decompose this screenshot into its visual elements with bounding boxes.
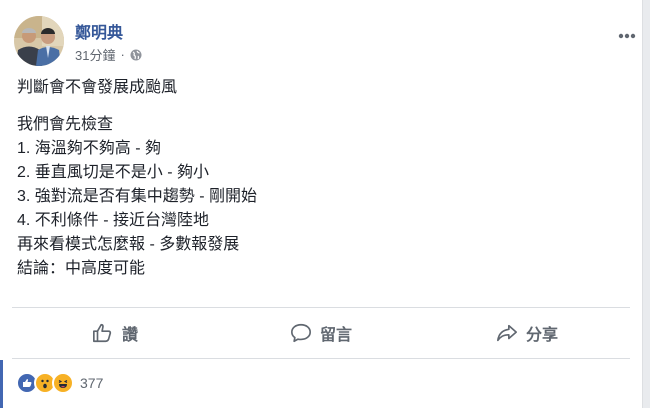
post-text-line: 3. 強對流是否有集中趨勢 - 剛開始 bbox=[17, 188, 258, 205]
avatar[interactable] bbox=[14, 16, 64, 66]
globe-icon[interactable] bbox=[130, 49, 142, 61]
post-card: 鄭明典 31分鐘 · 判斷會不會發展成颱風 我們會先檢查 1. 海溫夠不夠高 - … bbox=[0, 0, 643, 408]
post-paragraph-2: 我們會先檢查 1. 海溫夠不夠高 - 夠 2. 垂直風切是不是小 - 夠小 3. 強對… bbox=[17, 113, 257, 281]
like-button[interactable]: 讚 bbox=[12, 321, 218, 345]
comment-icon bbox=[290, 323, 311, 343]
post-paragraph-1: 判斷會不會發展成颱風 bbox=[17, 76, 257, 100]
reaction-summary[interactable]: 377 bbox=[16, 372, 103, 394]
haha-icon bbox=[52, 372, 74, 394]
post-text-line: 4. 不利條件 - 接近台灣陸地 bbox=[17, 212, 210, 229]
comment-label: 留言 bbox=[319, 327, 352, 344]
action-bar: 讚 留言 分享 bbox=[12, 307, 630, 359]
comment-button[interactable]: 留言 bbox=[218, 321, 424, 345]
post-time[interactable]: 31分鐘 bbox=[75, 45, 115, 64]
reaction-count: 377 bbox=[80, 375, 104, 391]
more-options-icon[interactable] bbox=[618, 26, 636, 39]
like-label: 讚 bbox=[121, 327, 138, 344]
post-meta: 31分鐘 · bbox=[75, 45, 142, 64]
post-text-line: 2. 垂直風切是不是小 - 夠小 bbox=[17, 164, 210, 181]
left-accent-bar bbox=[0, 360, 3, 408]
post-text-line: 1. 海溫夠不夠高 - 夠 bbox=[17, 140, 162, 157]
meta-separator: · bbox=[120, 47, 125, 62]
post-text-line: 我們會先檢查 bbox=[17, 116, 114, 133]
post-text-line: 結論：中高度可能 bbox=[17, 260, 146, 277]
author-name[interactable]: 鄭明典 bbox=[75, 19, 123, 43]
post-text-line: 再來看模式怎麼報 - 多數報發展 bbox=[17, 236, 240, 253]
post-text-line: 判斷會不會發展成颱風 bbox=[17, 79, 178, 96]
share-icon bbox=[496, 324, 517, 342]
share-button[interactable]: 分享 bbox=[424, 321, 630, 345]
thumbs-up-icon bbox=[92, 323, 112, 343]
share-label: 分享 bbox=[525, 327, 558, 344]
post-body: 判斷會不會發展成颱風 我們會先檢查 1. 海溫夠不夠高 - 夠 2. 垂直風切是不是… bbox=[17, 76, 257, 294]
